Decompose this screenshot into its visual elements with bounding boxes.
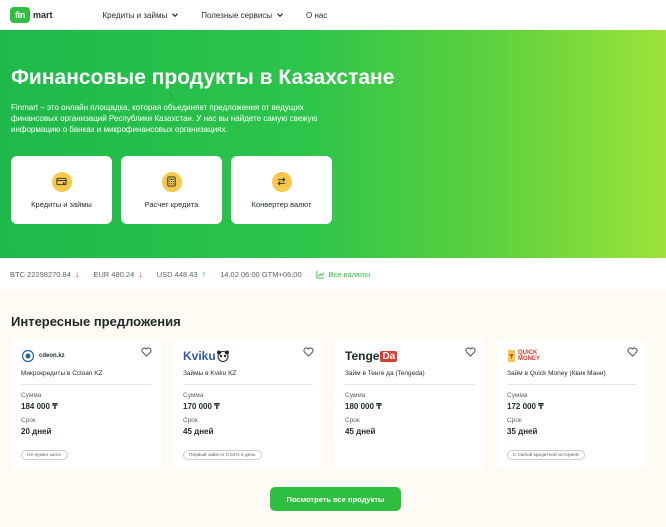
chevron-down-icon (277, 13, 283, 18)
term-label: Срок (345, 417, 360, 424)
lender-logo-badge: Da (380, 350, 398, 362)
ccloan-logo-icon (21, 349, 35, 363)
panda-icon (216, 350, 229, 362)
nav-item-about[interactable]: О нас (306, 11, 327, 20)
nav-item-credits[interactable]: Кредиты и займы (103, 11, 180, 20)
term-label: Срок (507, 417, 522, 424)
tile-loan-calculator[interactable]: Расчет кредита (121, 156, 222, 224)
term-value: 35 дней (507, 427, 538, 436)
logo-line-2: MONEY (518, 356, 541, 362)
hero-banner: Финансовые продукты в Казахстане Finmart… (0, 30, 666, 258)
arrow-down-icon: ↓ (138, 269, 143, 279)
logo-badge: fin (10, 7, 30, 23)
heart-icon[interactable] (465, 347, 476, 357)
term-value: 45 дней (345, 427, 376, 436)
svg-text:₸: ₸ (509, 354, 514, 361)
offer-name: Займы в Kviku KZ (183, 370, 237, 377)
nav-item-label: Кредиты и займы (102, 10, 168, 20)
nav-item-label: Полезные сервисы (201, 10, 273, 20)
lender-logo: Tenge Da (345, 348, 475, 364)
offer-tag: Не нужен залог (21, 450, 68, 460)
tile-label: Конвертер валют (251, 199, 312, 209)
nav-item-services[interactable]: Полезные сервисы (201, 11, 284, 20)
lender-logo: cdeon.kz (21, 348, 151, 364)
heart-icon[interactable] (141, 347, 152, 357)
amount-value: 170 000 ₸ (183, 402, 220, 411)
tile-label: Кредиты и займы (31, 199, 92, 209)
offer-name: Займ в Тенге да (Tengeda) (345, 370, 425, 377)
lender-logo-text: Kviku (183, 349, 216, 363)
amount-value: 172 000 ₸ (507, 402, 544, 411)
quick-links: Кредиты и займы Расчет кредита Конвертер… (11, 156, 332, 224)
offer-tag: Первый займ от 0,01% в день (183, 450, 262, 460)
hero-description: Finmart – это онлайн площадка, которая о… (11, 103, 318, 134)
offer-tag: С любой кредитной историей (507, 450, 585, 460)
divider (21, 384, 151, 385)
offers-section-title: Интересные предложения (11, 314, 181, 329)
top-navigation: fin mart Кредиты и займы Полезные сервис… (0, 0, 666, 30)
amount-value: 184 000 ₸ (21, 402, 58, 411)
offer-card[interactable]: cdeon.kz Микрокредиты в Ccloan KZ Сумма … (11, 339, 161, 469)
lender-logo: ₸ QUICK MONEY (507, 348, 637, 364)
quick-money-logo-icon: ₸ (508, 350, 515, 362)
amount-value: 180 000 ₸ (345, 402, 382, 411)
chevron-down-icon (172, 13, 179, 18)
term-value: 20 дней (21, 427, 52, 436)
amount-label: Сумма (507, 392, 528, 399)
hero-title: Финансовые продукты в Казахстане (11, 66, 395, 89)
all-currencies-label: Все валюты (328, 269, 371, 279)
lender-logo-text: Tenge (345, 349, 380, 363)
heart-icon[interactable] (627, 347, 638, 357)
heart-icon[interactable] (303, 347, 314, 357)
tile-label: Расчет кредита (144, 199, 199, 209)
offer-card[interactable]: Tenge Da Займ в Тенге да (Tengeda) Сумма… (335, 339, 485, 469)
offer-card[interactable]: ₸ QUICK MONEY Займ в Quick Money (Квик М… (497, 339, 647, 469)
offer-cards: cdeon.kz Микрокредиты в Ccloan KZ Сумма … (11, 339, 647, 469)
all-currencies-link[interactable]: Все валюты (316, 269, 371, 279)
offer-name: Займ в Quick Money (Квик Мани) (507, 370, 606, 377)
term-label: Срок (21, 417, 36, 424)
rate-eur: EUR 480.24 ↓ (93, 269, 142, 279)
exchange-icon (271, 171, 292, 192)
currency-rates-bar: BTC 22298270.84 ↓ EUR 480.24 ↓ USD 448.4… (0, 258, 666, 290)
term-label: Срок (183, 417, 198, 424)
nav-item-label: О нас (306, 10, 328, 20)
finmart-logo[interactable]: fin mart (10, 7, 53, 23)
chart-icon (316, 270, 325, 279)
amount-label: Сумма (21, 392, 42, 399)
offer-card[interactable]: Kviku Займы в Kviku KZ Сумма 170 000 ₸ С… (173, 339, 323, 469)
amount-label: Сумма (345, 392, 366, 399)
divider (183, 384, 313, 385)
divider (507, 384, 637, 385)
rate-value: EUR 480.24 (93, 269, 135, 279)
divider (345, 384, 475, 385)
offer-name: Микрокредиты в Ccloan KZ (21, 370, 103, 377)
arrow-up-icon: ↑ (201, 269, 207, 279)
lender-logo-text: cdeon.kz (39, 353, 65, 359)
rate-usd: USD 448.43 ↑ (157, 269, 206, 279)
term-value: 45 дней (183, 427, 214, 436)
rates-datetime-value: 14.02 06:00 GTM+06:00 (220, 269, 302, 279)
credit-card-icon (51, 171, 72, 192)
rate-btc: BTC 22298270.84 ↓ (10, 269, 79, 279)
rate-value: BTC 22298270.84 (10, 269, 71, 279)
lender-logo: Kviku (183, 348, 313, 364)
arrow-down-icon: ↓ (74, 269, 80, 279)
view-all-products-button[interactable]: Посмотреть все продукты (270, 487, 401, 511)
calculator-icon (161, 171, 182, 192)
amount-label: Сумма (183, 392, 204, 399)
lender-logo-text: QUICK MONEY (518, 350, 540, 362)
logo-text: mart (33, 10, 53, 20)
tile-credits[interactable]: Кредиты и займы (11, 156, 112, 224)
tile-currency-converter[interactable]: Конвертер валют (231, 156, 332, 224)
rate-value: USD 448.43 (156, 269, 198, 279)
rates-datetime: 14.02 06:00 GTM+06:00 (220, 270, 302, 279)
nav-menu: Кредиты и займы Полезные сервисы О нас (103, 11, 328, 20)
